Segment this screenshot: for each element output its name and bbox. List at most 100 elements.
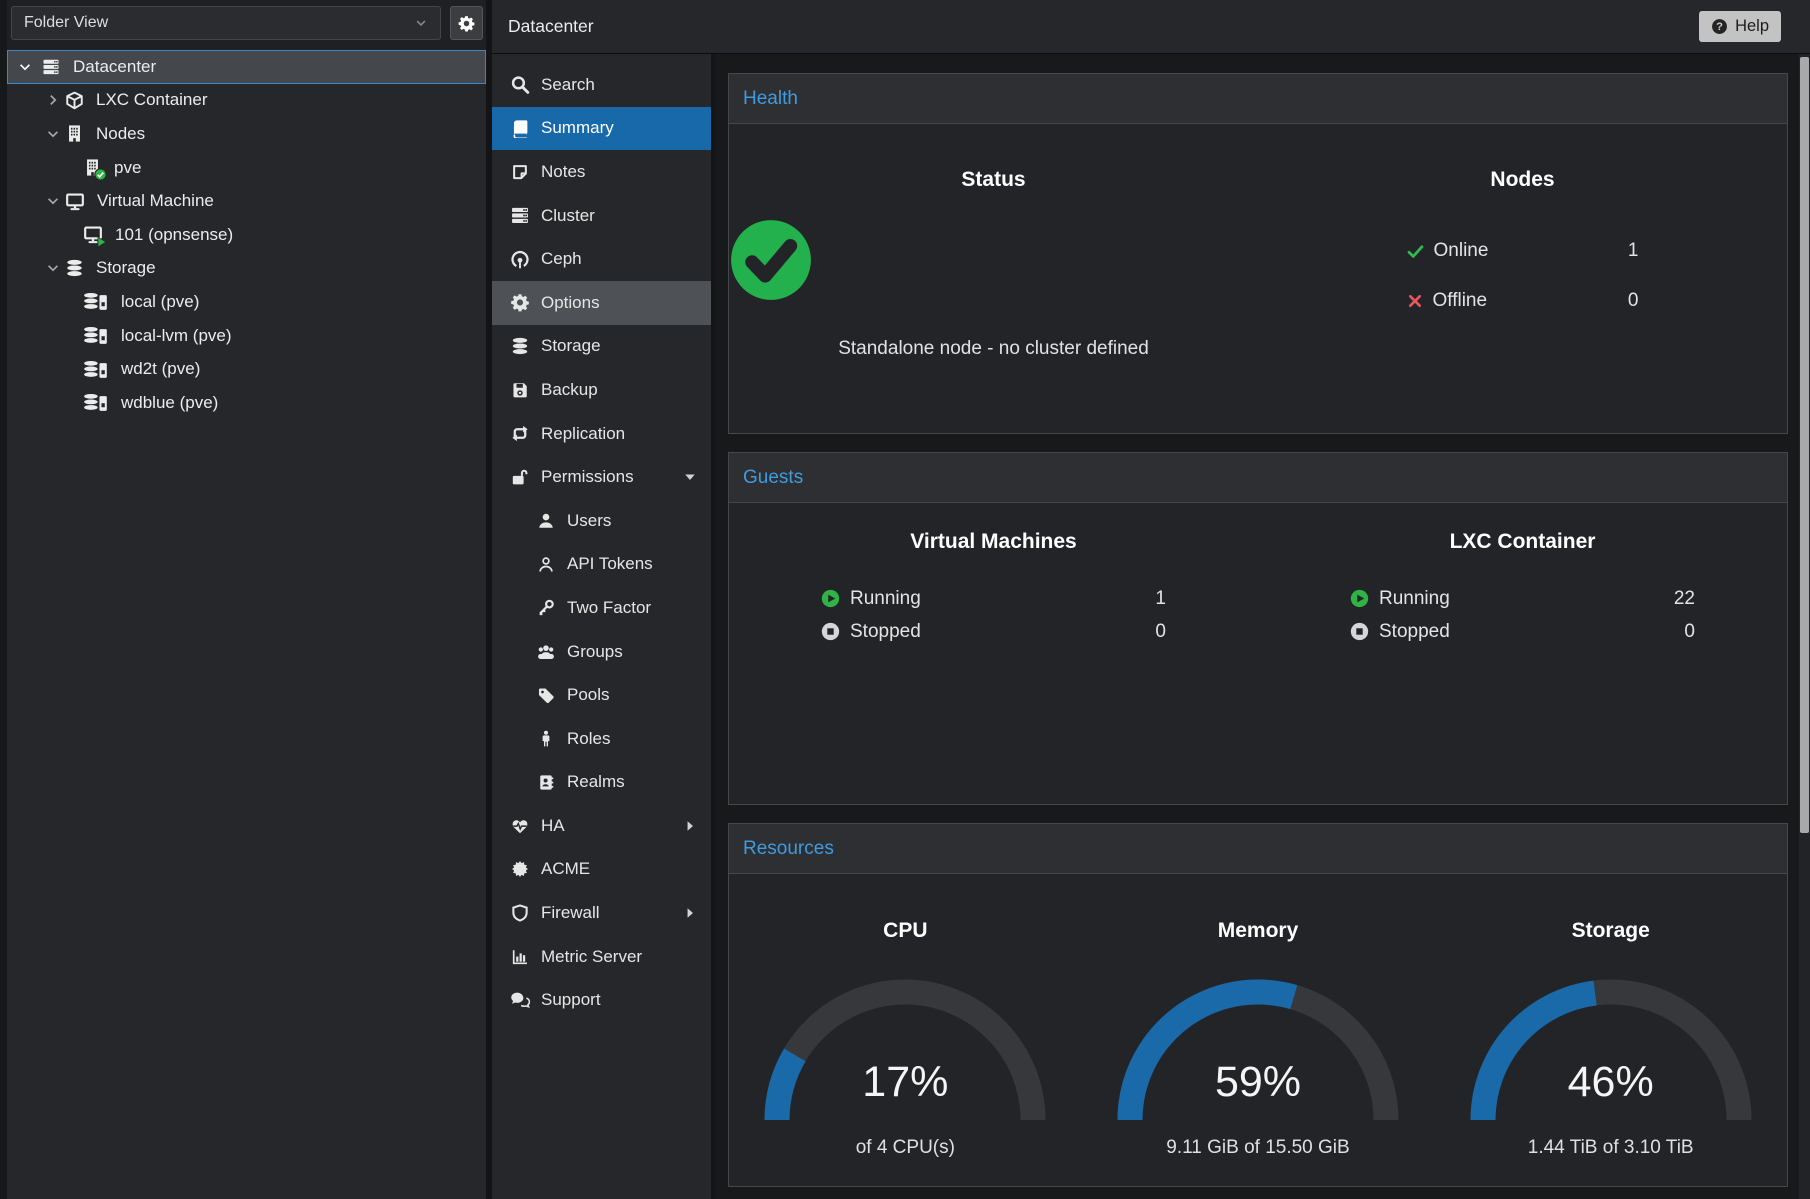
memory-gauge: 59% [1108,969,1408,1133]
chevron-down-icon[interactable] [45,126,61,142]
nodes-column: Nodes Online 1 Offline 0 [1258,124,1787,360]
chevron-right-icon[interactable] [45,92,61,108]
note-icon [509,163,531,181]
cpu-detail: of 4 CPU(s) [729,1137,1082,1159]
cube-icon [65,91,84,110]
building-online-icon [83,158,102,177]
check-circle-icon [729,218,813,302]
chevron-down-icon[interactable] [45,260,61,276]
storage-gauge: 46% [1461,969,1761,1133]
menu-item-groups[interactable]: Groups [492,630,711,674]
menu-item-realms[interactable]: Realms [492,761,711,805]
play-circle-icon [821,589,840,608]
key-icon [535,599,557,616]
search-icon [509,75,531,94]
caret-right-icon[interactable] [683,819,697,833]
tree-settings-button[interactable] [450,6,483,40]
menu-item-backup[interactable]: Backup [492,368,711,412]
menu-item-api-tokens[interactable]: API Tokens [492,543,711,587]
tree-item-local[interactable]: local (pve) [7,285,486,319]
tree-item-storage[interactable]: Storage [7,252,486,286]
window-edge [0,0,7,1199]
caret-down-icon[interactable] [683,470,697,484]
tree-item-nodes[interactable]: Nodes [7,117,486,151]
top-bar: Datacenter Help [492,0,1810,54]
tree-item-label: Virtual Machine [97,191,214,211]
tree-item-local-lvm[interactable]: local-lvm (pve) [7,319,486,353]
tree-item-virtual-machine[interactable]: Virtual Machine [7,184,486,218]
menu-item-firewall[interactable]: Firewall [492,891,711,935]
floppy-icon [509,381,531,399]
nodes-heading: Nodes [1258,167,1787,192]
running-badge-icon [96,236,108,248]
vm-running-count: 1 [1155,588,1166,610]
help-button[interactable]: Help [1699,11,1781,42]
tree-item-wd2t[interactable]: wd2t (pve) [7,352,486,386]
menu-item-acme[interactable]: ACME [492,848,711,892]
menu-item-search[interactable]: Search [492,63,711,107]
datacenter-menu: Search Summary Notes Cluster Ceph Option… [492,54,711,1199]
menu-item-ceph[interactable]: Ceph [492,237,711,281]
lxc-stopped-row: Stopped 0 [1350,615,1695,648]
menu-item-ha[interactable]: HA [492,804,711,848]
scrollbar-thumb[interactable] [1800,57,1809,833]
memory-heading: Memory [1082,918,1435,943]
storage-heading: Storage [1434,918,1787,943]
menu-item-summary[interactable]: Summary [492,107,711,151]
summary-content: Health Status Standalone node - no clust… [715,54,1810,1199]
caret-right-icon[interactable] [683,906,697,920]
server-icon [41,58,61,76]
memory-percent: 59% [1108,1058,1408,1107]
menu-item-permissions[interactable]: Permissions [492,455,711,499]
resources-panel-header: Resources [729,824,1787,874]
stop-circle-icon [1350,622,1369,641]
status-column: Status Standalone node - no cluster defi… [729,124,1258,360]
menu-item-cluster[interactable]: Cluster [492,194,711,238]
health-panel-header: Health [729,74,1787,124]
menu-item-storage[interactable]: Storage [492,325,711,369]
book-icon [509,119,531,138]
menu-item-support[interactable]: Support [492,978,711,1022]
cluster-icon [509,206,531,225]
view-mode-value: Folder View [24,14,108,32]
chevron-down-icon[interactable] [17,59,33,75]
shield-icon [509,904,531,922]
tree-item-pve[interactable]: pve [7,151,486,185]
check-icon [1407,243,1424,260]
tree-item-datacenter[interactable]: Datacenter [7,50,486,84]
play-circle-icon [1350,589,1369,608]
cpu-percent: 17% [755,1058,1055,1107]
vertical-scrollbar[interactable] [1799,54,1810,1199]
menu-item-metric-server[interactable]: Metric Server [492,935,711,979]
status-message: Standalone node - no cluster defined [729,338,1258,360]
chevron-down-icon[interactable] [45,193,61,209]
ceph-icon [509,250,531,269]
menu-item-users[interactable]: Users [492,499,711,543]
help-button-label: Help [1735,17,1769,36]
tree-item-label: wd2t (pve) [121,359,200,379]
virtual-machines-heading: Virtual Machines [729,529,1258,554]
tree-item-label: local (pve) [121,292,199,312]
menu-item-roles[interactable]: Roles [492,717,711,761]
tree-item-label: 101 (opnsense) [115,225,233,245]
view-mode-select[interactable]: Folder View [11,6,441,40]
tree-item-wdblue[interactable]: wdblue (pve) [7,386,486,420]
storage-drive-icon [83,326,109,345]
tree-item-lxc-container[interactable]: LXC Container [7,84,486,118]
online-count: 1 [1628,240,1639,262]
unlock-icon [509,468,531,486]
menu-item-two-factor[interactable]: Two Factor [492,586,711,630]
lxc-running-row: Running 22 [1350,582,1695,615]
status-heading: Status [729,167,1258,192]
menu-item-pools[interactable]: Pools [492,673,711,717]
bar-chart-icon [509,948,531,966]
menu-item-replication[interactable]: Replication [492,412,711,456]
menu-item-options[interactable]: Options [492,281,711,325]
lxc-stopped-count: 0 [1684,621,1695,643]
tag-icon [535,687,557,704]
storage-column: Storage 46% 1.44 TiB of 3.10 TiB [1434,874,1787,1159]
lxc-running-count: 22 [1674,588,1695,610]
online-badge-icon [94,168,107,181]
tree-item-101-opnsense[interactable]: 101 (opnsense) [7,218,486,252]
menu-item-notes[interactable]: Notes [492,150,711,194]
